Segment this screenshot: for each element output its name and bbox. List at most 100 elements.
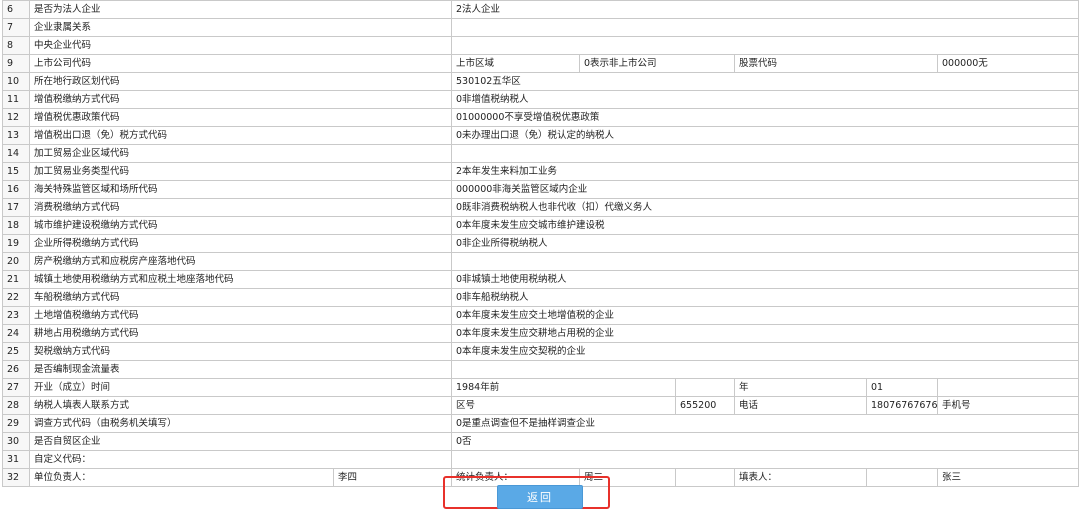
row-number: 17 xyxy=(2,198,30,217)
row-value xyxy=(451,36,1080,55)
row-value: 2法人企业 xyxy=(451,0,1080,19)
table-row: 9 上市公司代码 上市区域 0表示非上市公司 股票代码 000000无 xyxy=(2,54,1080,73)
row-label: 消费税缴纳方式代码 xyxy=(28,198,453,217)
row-label: 调查方式代码（由税务机关填写） xyxy=(28,414,453,433)
value-cell xyxy=(937,378,1080,397)
table-row: 13 增值税出口退（免）税方式代码 0未办理出口退（免）税认定的纳税人 xyxy=(2,126,1080,145)
table-row: 16 海关特殊监管区域和场所代码 000000非海关监管区域内企业 xyxy=(2,180,1080,199)
table-row: 11 增值税缴纳方式代码 0非增值税纳税人 xyxy=(2,90,1080,109)
row-number: 16 xyxy=(2,180,30,199)
back-button[interactable]: 返回 xyxy=(497,485,583,509)
table-row: 8 中央企业代码 xyxy=(2,36,1080,55)
value-cell: 01 xyxy=(866,378,939,397)
row-number: 14 xyxy=(2,144,30,163)
row-number: 29 xyxy=(2,414,30,433)
value-cell: 上市区域 xyxy=(451,54,581,73)
row-value: 01000000不享受增值税优惠政策 xyxy=(451,108,1080,127)
table-row: 23 土地增值税缴纳方式代码 0本年度未发生应交土地增值税的企业 xyxy=(2,306,1080,325)
value-cell: 655200 xyxy=(675,396,736,415)
row-number: 23 xyxy=(2,306,30,325)
row-label: 车船税缴纳方式代码 xyxy=(28,288,453,307)
value-cell: 股票代码 xyxy=(734,54,939,73)
table-row: 15 加工贸易业务类型代码 2本年发生来料加工业务 xyxy=(2,162,1080,181)
row-label: 增值税优惠政策代码 xyxy=(28,108,453,127)
row-number: 22 xyxy=(2,288,30,307)
table-row: 10 所在地行政区划代码 530102五华区 xyxy=(2,72,1080,91)
value-cell: 电话 xyxy=(734,396,868,415)
row-label: 增值税出口退（免）税方式代码 xyxy=(28,126,453,145)
row-value: 000000非海关监管区域内企业 xyxy=(451,180,1080,199)
row-label: 是否为法人企业 xyxy=(28,0,453,19)
table-row: 25 契税缴纳方式代码 0本年度未发生应交契税的企业 xyxy=(2,342,1080,361)
table-row: 28纳税人填表人联系方式区号655200电话18076767676手机号1807… xyxy=(2,396,1080,415)
value-cell: 18076767676 xyxy=(866,396,939,415)
row-value: 0非车船税纳税人 xyxy=(451,288,1080,307)
table-row: 26 是否编制现金流量表 xyxy=(2,360,1080,379)
row-value xyxy=(451,252,1080,271)
row-label: 自定义代码： xyxy=(28,450,453,469)
value-cell: 1984年前 xyxy=(451,378,677,397)
row-number: 28 xyxy=(2,396,30,415)
row-number: 8 xyxy=(2,36,30,55)
table-row: 19 企业所得税缴纳方式代码 0非企业所得税纳税人 xyxy=(2,234,1080,253)
row-number: 20 xyxy=(2,252,30,271)
value-cell: 000000无 xyxy=(937,54,1080,73)
row-number: 7 xyxy=(2,18,30,37)
row-number: 10 xyxy=(2,72,30,91)
row-number: 19 xyxy=(2,234,30,253)
row-number: 6 xyxy=(2,0,30,19)
row-value: 0既非消费税纳税人也非代收（扣）代缴义务人 xyxy=(451,198,1080,217)
table-row: 22 车船税缴纳方式代码 0非车船税纳税人 xyxy=(2,288,1080,307)
row-number: 30 xyxy=(2,432,30,451)
row-label: 房产税缴纳方式和应税房产座落地代码 xyxy=(28,252,453,271)
row-label: 中央企业代码 xyxy=(28,36,453,55)
row-number: 12 xyxy=(2,108,30,127)
row-label: 城市维护建设税缴纳方式代码 xyxy=(28,216,453,235)
row-label: 企业所得税缴纳方式代码 xyxy=(28,234,453,253)
row-value: 0本年度未发生应交耕地占用税的企业 xyxy=(451,324,1080,343)
signature-cell: 填表人： xyxy=(734,468,868,487)
row-label: 是否编制现金流量表 xyxy=(28,360,453,379)
value-cell: 0表示非上市公司 xyxy=(579,54,736,73)
row-number: 15 xyxy=(2,162,30,181)
row-number: 11 xyxy=(2,90,30,109)
back-button-highlight: 返回 xyxy=(443,476,610,509)
value-cell xyxy=(675,378,736,397)
table-row: 7 企业隶属关系 xyxy=(2,18,1080,37)
enterprise-info-table: 6 是否为法人企业 2法人企业 7 企业隶属关系 8 中央企业代码 9 上市公司代码 上市区域 0表… xyxy=(2,0,1080,487)
row-number: 18 xyxy=(2,216,30,235)
row-label: 耕地占用税缴纳方式代码 xyxy=(28,324,453,343)
row-value: 0非增值税纳税人 xyxy=(451,90,1080,109)
table-row: 17 消费税缴纳方式代码 0既非消费税纳税人也非代收（扣）代缴义务人 xyxy=(2,198,1080,217)
row-value: 2本年发生来料加工业务 xyxy=(451,162,1080,181)
row-label: 土地增值税缴纳方式代码 xyxy=(28,306,453,325)
row-label: 增值税缴纳方式代码 xyxy=(28,90,453,109)
value-cell: 区号 xyxy=(451,396,677,415)
value-cell: 手机号 xyxy=(937,396,1080,415)
signature-cell: 张三 xyxy=(937,468,1080,487)
row-value xyxy=(451,360,1080,379)
value-cell: 年 xyxy=(734,378,868,397)
row-value: 0否 xyxy=(451,432,1080,451)
row-number: 32 xyxy=(2,468,30,487)
table-row: 6 是否为法人企业 2法人企业 xyxy=(2,0,1080,19)
row-label: 契税缴纳方式代码 xyxy=(28,342,453,361)
table-row: 18 城市维护建设税缴纳方式代码 0本年度未发生应交城市维护建设税 xyxy=(2,216,1080,235)
row-number: 31 xyxy=(2,450,30,469)
row-label: 海关特殊监管区域和场所代码 xyxy=(28,180,453,199)
table-row: 24 耕地占用税缴纳方式代码 0本年度未发生应交耕地占用税的企业 xyxy=(2,324,1080,343)
row-number: 9 xyxy=(2,54,30,73)
table-row: 20 房产税缴纳方式和应税房产座落地代码 xyxy=(2,252,1080,271)
row-value: 0是重点调查但不是抽样调查企业 xyxy=(451,414,1080,433)
row-number: 26 xyxy=(2,360,30,379)
row-value: 0未办理出口退（免）税认定的纳税人 xyxy=(451,126,1080,145)
row-value xyxy=(451,450,1080,469)
table-row: 30 是否自贸区企业 0否 xyxy=(2,432,1080,451)
row-label: 是否自贸区企业 xyxy=(28,432,453,451)
row-value: 0本年度未发生应交土地增值税的企业 xyxy=(451,306,1080,325)
row-number: 24 xyxy=(2,324,30,343)
signature-cell xyxy=(866,468,939,487)
signature-cell xyxy=(675,468,736,487)
row-value: 0非企业所得税纳税人 xyxy=(451,234,1080,253)
row-value: 0本年度未发生应交契税的企业 xyxy=(451,342,1080,361)
